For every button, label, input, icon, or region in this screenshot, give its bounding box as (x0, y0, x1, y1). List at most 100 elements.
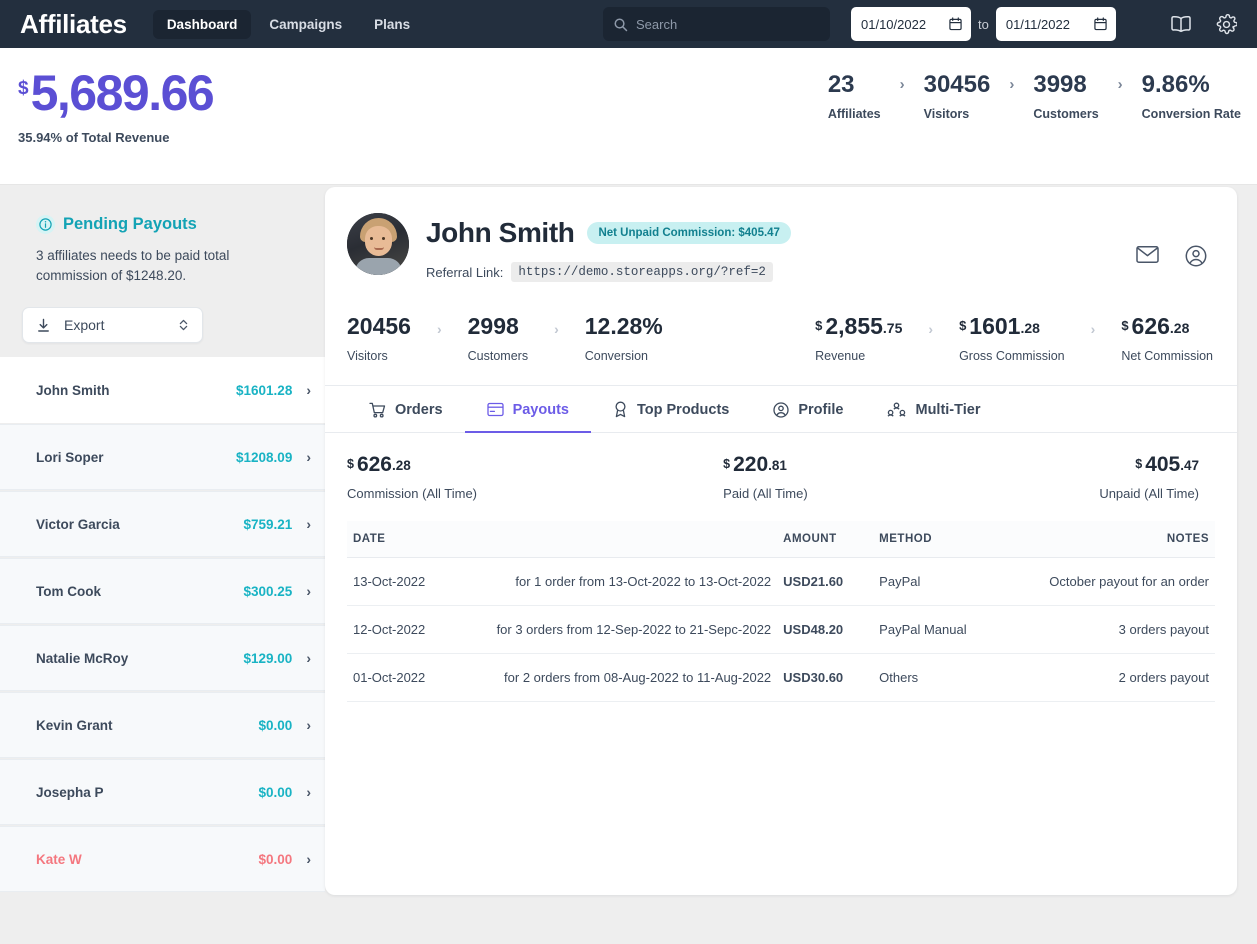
nav-item-dashboard[interactable]: Dashboard (153, 10, 252, 39)
nav-item-campaigns[interactable]: Campaigns (255, 10, 356, 39)
summary-decimals: .81 (768, 459, 787, 474)
affiliate-list-item-josepha-p[interactable]: Josepha P $0.00 › (0, 759, 325, 825)
chevron-right-icon: › (306, 650, 311, 666)
affiliate-list-item-lori-soper[interactable]: Lori Soper $1208.09 › (0, 424, 325, 490)
hero-stats-row: 23 Affiliates › 30456 Visitors › 3998 Cu… (828, 72, 1241, 121)
summary-value: 626 (357, 453, 392, 476)
network-icon (887, 402, 906, 417)
payout-date: 12-Oct-2022 (347, 606, 457, 654)
affiliate-actions (1136, 245, 1207, 267)
affiliate-list-item-victor-garcia[interactable]: Victor Garcia $759.21 › (0, 491, 325, 557)
affiliate-list-item-natalie-mcroy[interactable]: Natalie McRoy $129.00 › (0, 625, 325, 691)
payout-amount: USD48.20 (777, 606, 873, 654)
gear-icon[interactable] (1216, 14, 1237, 35)
hero-stat-visitors: 30456 Visitors (924, 72, 991, 121)
affiliate-stat-revenue: $ 2,855 .75 Revenue (815, 314, 902, 363)
summary-label: Commission (All Time) (347, 486, 723, 501)
download-icon (36, 318, 51, 333)
column-header-notes[interactable]: NOTES (1023, 521, 1215, 558)
user-icon (773, 402, 789, 418)
hero-stat-affiliates: 23 Affiliates (828, 72, 881, 121)
chevron-right-icon: › (306, 449, 311, 465)
payout-summary-unpaid: $ 405 .47 Unpaid (All Time) (1099, 453, 1199, 501)
column-header-amount[interactable]: AMOUNT (777, 521, 873, 558)
summary-decimals: .28 (392, 459, 411, 474)
chevron-right-icon: › (1009, 76, 1014, 93)
hero-stat-customers: 3998 Customers (1033, 72, 1098, 121)
column-header-date[interactable]: DATE (347, 521, 457, 558)
payouts-table-container: DATE AMOUNT METHOD NOTES 13-Oct-2022 for… (325, 509, 1237, 702)
export-button[interactable]: Export (22, 307, 203, 343)
affiliate-list-item-kevin-grant[interactable]: Kevin Grant $0.00 › (0, 692, 325, 758)
referral-link-row: Referral Link: https://demo.storeapps.or… (426, 262, 791, 282)
payout-method: PayPal (873, 558, 1023, 606)
affiliate-name: Josepha P (36, 785, 259, 800)
stat-label: Customers (468, 349, 528, 363)
main-content: John Smith Net Unpaid Commission: $405.4… (325, 185, 1257, 936)
stat-value: 12.28% (585, 314, 663, 339)
currency-symbol: $ (347, 458, 354, 472)
currency-symbol: $ (18, 79, 29, 98)
affiliate-list-item-kate-w[interactable]: Kate W $0.00 › (0, 826, 325, 892)
tab-payouts[interactable]: Payouts (465, 387, 591, 433)
table-row[interactable]: 01-Oct-2022 for 2 orders from 08-Aug-202… (347, 654, 1215, 702)
total-commission-block: $ 5,689.66 35.94% of Total Revenue (18, 68, 213, 145)
payout-description: for 3 orders from 12-Sep-2022 to 21-Sepc… (457, 606, 777, 654)
affiliate-stat-customers: 2998 Customers (468, 314, 528, 363)
search-icon (613, 17, 628, 32)
affiliate-list-item-tom-cook[interactable]: Tom Cook $300.25 › (0, 558, 325, 624)
total-commission-amount: $ 5,689.66 (18, 68, 213, 118)
page-title: John Smith (426, 217, 574, 249)
affiliate-name: Kate W (36, 852, 259, 867)
tab-orders[interactable]: Orders (347, 387, 465, 433)
stat-label: Visitors (347, 349, 411, 363)
tab-multi-tier[interactable]: Multi-Tier (865, 387, 1002, 433)
book-icon[interactable] (1170, 14, 1192, 34)
affiliate-card-header: John Smith Net Unpaid Commission: $405.4… (325, 187, 1237, 304)
revenue-summary-header: $ 5,689.66 35.94% of Total Revenue 23 Af… (0, 48, 1257, 185)
nav-item-plans[interactable]: Plans (360, 10, 424, 39)
search-input[interactable]: Search (603, 7, 830, 41)
date-range-separator-label: to (978, 17, 989, 32)
date-range-filter: 01/10/2022 to 01/11/2022 (851, 7, 1116, 41)
affiliate-name: John Smith (36, 383, 236, 398)
date-to-input[interactable]: 01/11/2022 (996, 7, 1116, 41)
chevron-right-icon: › (306, 516, 311, 532)
stat-label: Gross Commission (959, 349, 1065, 363)
pending-payouts-description: 3 affiliates needs to be paid total comm… (36, 246, 271, 285)
tab-top-products[interactable]: Top Products (591, 386, 751, 433)
tab-profile[interactable]: Profile (751, 387, 865, 433)
table-header-row: DATE AMOUNT METHOD NOTES (347, 521, 1215, 558)
affiliate-amount: $129.00 (244, 651, 293, 666)
payouts-table: DATE AMOUNT METHOD NOTES 13-Oct-2022 for… (347, 521, 1215, 702)
payout-description: for 1 order from 13-Oct-2022 to 13-Oct-2… (457, 558, 777, 606)
stat-decimals: .75 (883, 321, 902, 336)
date-from-input[interactable]: 01/10/2022 (851, 7, 971, 41)
info-icon (36, 215, 55, 234)
tab-label: Payouts (513, 402, 569, 418)
mail-icon[interactable] (1136, 245, 1159, 264)
affiliate-name: Tom Cook (36, 584, 244, 599)
currency-symbol: $ (1135, 458, 1142, 472)
payout-summary-commission: $ 626 .28 Commission (All Time) (347, 453, 723, 501)
tab-label: Top Products (637, 402, 729, 418)
currency-symbol: $ (1121, 319, 1128, 333)
column-header-method[interactable]: METHOD (873, 521, 1023, 558)
tab-label: Orders (395, 402, 443, 418)
currency-symbol: $ (959, 319, 966, 333)
affiliate-name: Natalie McRoy (36, 651, 244, 666)
table-row[interactable]: 13-Oct-2022 for 1 order from 13-Oct-2022… (347, 558, 1215, 606)
affiliate-stat-visitors: 20456 Visitors (347, 314, 411, 363)
affiliate-name: Victor Garcia (36, 517, 244, 532)
table-row[interactable]: 12-Oct-2022 for 3 orders from 12-Sep-202… (347, 606, 1215, 654)
referral-link-value[interactable]: https://demo.storeapps.org/?ref=2 (511, 262, 773, 282)
chevron-right-icon: › (306, 851, 311, 867)
hero-stat-value: 3998 (1033, 72, 1098, 98)
user-circle-icon[interactable] (1185, 245, 1207, 267)
hero-stat-label: Conversion Rate (1142, 107, 1241, 121)
affiliate-list-item-john-smith[interactable]: John Smith $1601.28 › (0, 357, 325, 423)
payout-method: Others (873, 654, 1023, 702)
page-body: Pending Payouts 3 affiliates needs to be… (0, 185, 1257, 936)
stat-label: Net Commission (1121, 349, 1213, 363)
chevron-right-icon: › (306, 583, 311, 599)
